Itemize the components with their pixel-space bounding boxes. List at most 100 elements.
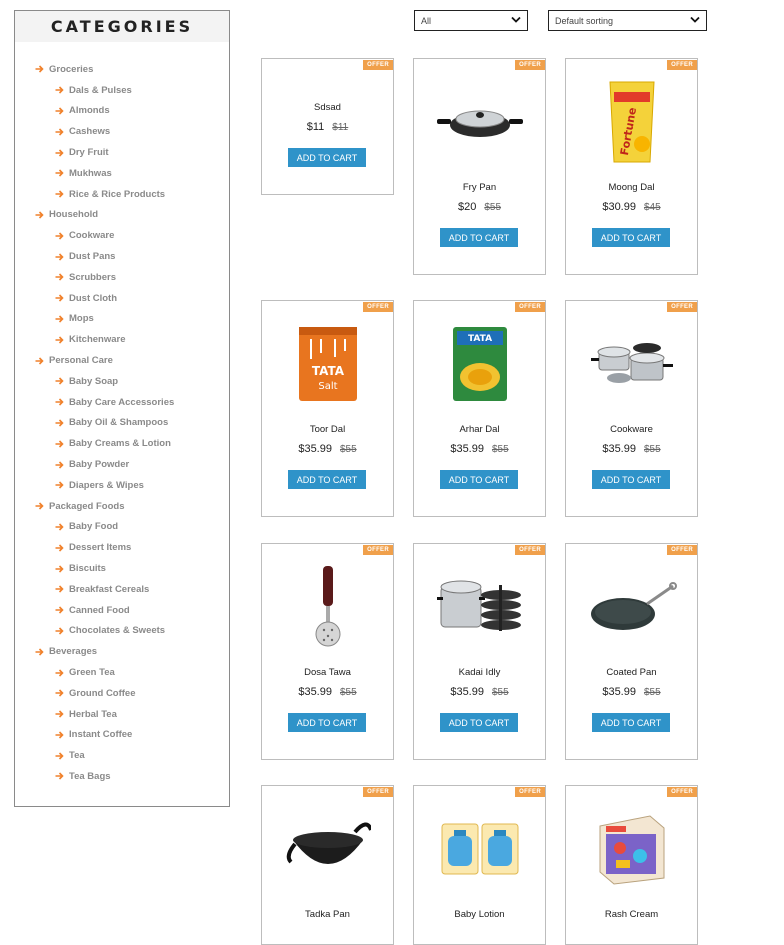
cookware-set-icon[interactable]	[566, 319, 697, 409]
offer-badge: OFFER	[515, 787, 545, 797]
category-label: Dessert Items	[69, 542, 132, 554]
category-label: Household	[49, 209, 99, 221]
subcategory-item[interactable]: Rice & Rice Products	[15, 184, 229, 205]
add-to-cart-button[interactable]: ADD TO CART	[592, 470, 670, 489]
category-label: Mukhwas	[69, 167, 112, 179]
subcategory-item[interactable]: Biscuits	[15, 558, 229, 579]
category-label: Beverages	[49, 646, 98, 658]
category-label: Baby Care Accessories	[69, 396, 175, 408]
dal-pack-icon[interactable]: TATA	[414, 319, 545, 409]
subcategory-item[interactable]: Herbal Tea	[15, 704, 229, 725]
category-item[interactable]: Packaged Foods	[15, 496, 229, 517]
fry-pan-icon[interactable]	[414, 77, 545, 167]
product-name[interactable]: Arhar Dal	[414, 424, 545, 435]
salt-pack-icon[interactable]: TATA Salt	[262, 319, 393, 409]
category-label: Cookware	[69, 230, 115, 242]
subcategory-item[interactable]: Tea	[15, 745, 229, 766]
arrow-right-icon	[55, 460, 67, 469]
category-item[interactable]: Groceries	[15, 59, 229, 80]
product-card[interactable]: OFFER Tadka Pan	[261, 785, 394, 945]
product-card[interactable]: OFFER Sdsad $11 $11 ADD TO CART	[261, 58, 394, 195]
subcategory-item[interactable]: Canned Food	[15, 600, 229, 621]
product-card[interactable]: OFFER Fortune Moong Dal $30.99 $45 ADD TO CAR…	[565, 58, 698, 275]
category-label: Tea	[69, 750, 85, 762]
arrow-right-icon	[55, 419, 67, 427]
subcategory-item[interactable]: Kitchenware	[15, 329, 229, 350]
product-name[interactable]: Kadai Idly	[414, 667, 545, 678]
subcategory-item[interactable]: Baby Care Accessories	[15, 392, 229, 413]
arrow-right-icon	[55, 232, 67, 240]
oil-pack-icon[interactable]: Fortune	[566, 77, 697, 167]
subcategory-item[interactable]: Cashews	[15, 121, 229, 142]
subcategory-item[interactable]: Baby Powder	[15, 454, 229, 475]
product-card[interactable]: OFFER TATA Arhar Dal $35.99 $55 ADD TO CART	[413, 300, 546, 517]
arrow-right-icon	[35, 502, 47, 510]
add-to-cart-button[interactable]: ADD TO CART	[440, 470, 518, 489]
add-to-cart-button[interactable]: ADD TO CART	[592, 228, 670, 247]
add-to-cart-button[interactable]: ADD TO CART	[440, 228, 518, 247]
subcategory-item[interactable]: Mops	[15, 309, 229, 330]
subcategory-item[interactable]: Mukhwas	[15, 163, 229, 184]
product-name[interactable]: Rash Cream	[566, 909, 697, 920]
arrow-right-icon	[55, 731, 67, 739]
sort-select[interactable]: Default sorting	[548, 10, 707, 31]
subcategory-item[interactable]: Ground Coffee	[15, 683, 229, 704]
idli-maker-icon[interactable]	[414, 562, 545, 652]
subcategory-item[interactable]: Dry Fruit	[15, 142, 229, 163]
subcategory-item[interactable]: Diapers & Wipes	[15, 475, 229, 496]
add-to-cart-button[interactable]: ADD TO CART	[440, 713, 518, 732]
subcategory-item[interactable]: Chocolates & Sweets	[15, 621, 229, 642]
product-name[interactable]: Moong Dal	[566, 182, 697, 193]
product-name[interactable]: Tadka Pan	[262, 909, 393, 920]
subcategory-item[interactable]: Scrubbers	[15, 267, 229, 288]
category-item[interactable]: Beverages	[15, 641, 229, 662]
subcategory-item[interactable]: Baby Oil & Shampoos	[15, 413, 229, 434]
original-price: $55	[339, 687, 357, 698]
current-price: $11	[306, 121, 325, 133]
baby-lotion-icon[interactable]	[414, 804, 545, 894]
subcategory-item[interactable]: Baby Soap	[15, 371, 229, 392]
product-card[interactable]: OFFER Coated Pan $35.99 $55 ADD TO CART	[565, 543, 698, 760]
kadai-icon[interactable]	[262, 804, 393, 894]
tawa-icon[interactable]	[566, 562, 697, 652]
product-name[interactable]: Fry Pan	[414, 182, 545, 193]
subcategory-item[interactable]: Instant Coffee	[15, 725, 229, 746]
product-card[interactable]: OFFER Baby Lotion	[413, 785, 546, 945]
product-name[interactable]: Cookware	[566, 424, 697, 435]
rash-cream-box-icon[interactable]	[566, 804, 697, 894]
product-card[interactable]: OFFER Dosa Tawa $35.99 $55 ADD TO CART	[261, 543, 394, 760]
subcategory-item[interactable]: Green Tea	[15, 662, 229, 683]
category-item[interactable]: Household	[15, 205, 229, 226]
category-item[interactable]: Personal Care	[15, 350, 229, 371]
product-name[interactable]: Coated Pan	[566, 667, 697, 678]
subcategory-item[interactable]: Tea Bags	[15, 766, 229, 787]
subcategory-item[interactable]: Almonds	[15, 101, 229, 122]
masher-icon[interactable]	[262, 562, 393, 652]
subcategory-item[interactable]: Dessert Items	[15, 537, 229, 558]
add-to-cart-button[interactable]: ADD TO CART	[288, 148, 366, 167]
product-card[interactable]: OFFER Rash Cream	[565, 785, 698, 945]
subcategory-item[interactable]: Dust Pans	[15, 246, 229, 267]
add-to-cart-button[interactable]: ADD TO CART	[288, 470, 366, 489]
product-price: $35.99 $55	[262, 443, 393, 455]
subcategory-item[interactable]: Breakfast Cereals	[15, 579, 229, 600]
product-name[interactable]: Dosa Tawa	[262, 667, 393, 678]
original-price: $55	[484, 202, 502, 213]
subcategory-item[interactable]: Cookware	[15, 225, 229, 246]
subcategory-item[interactable]: Baby Creams & Lotion	[15, 433, 229, 454]
product-card[interactable]: OFFER Cookware $35.99 $55 ADD TO CART	[565, 300, 698, 517]
product-name[interactable]: Sdsad	[262, 102, 393, 113]
product-card[interactable]: OFFER Fry Pan $20 $55 ADD TO CART	[413, 58, 546, 275]
category-filter-select[interactable]: All	[414, 10, 528, 31]
product-card[interactable]: OFFER TATA Salt Toor Dal $35.99 $55 ADD TO CAR…	[261, 300, 394, 517]
subcategory-item[interactable]: Baby Food	[15, 517, 229, 538]
product-name[interactable]: Toor Dal	[262, 424, 393, 435]
category-label: Baby Oil & Shampoos	[69, 417, 169, 429]
product-card[interactable]: OFFER Kadai Idly $35.99 $55 ADD TO CART	[413, 543, 546, 760]
subcategory-item[interactable]: Dals & Pulses	[15, 80, 229, 101]
product-name[interactable]: Baby Lotion	[414, 909, 545, 920]
add-to-cart-button[interactable]: ADD TO CART	[592, 713, 670, 732]
add-to-cart-button[interactable]: ADD TO CART	[288, 713, 366, 732]
arrow-right-icon	[55, 169, 67, 177]
subcategory-item[interactable]: Dust Cloth	[15, 288, 229, 309]
